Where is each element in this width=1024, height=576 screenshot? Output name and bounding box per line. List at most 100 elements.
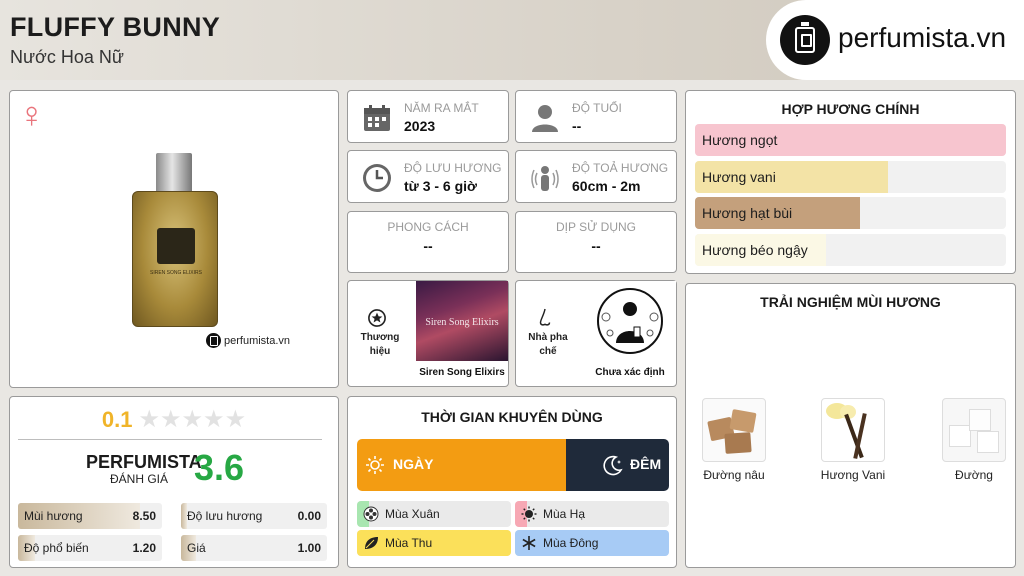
day-segment: NGÀY	[357, 439, 566, 491]
sillage-cell: Độ toả hương 60cm - 2m	[515, 150, 677, 203]
longevity-label: Độ lưu hương	[404, 161, 502, 175]
season-label: Mùa Xuân	[385, 507, 440, 521]
rating-metric-fill	[181, 503, 187, 529]
accord-label: Hương béo ngậy	[702, 242, 808, 258]
accord-label: Hương ngọt	[702, 132, 778, 148]
release-year-label: Năm ra mắt	[404, 101, 479, 115]
brand-name: perfumista.vn	[838, 22, 1007, 53]
perfumer-cell[interactable]: Nhà pha chế Chưa xác định	[515, 280, 677, 387]
rating-metric-value: 0.00	[297, 509, 321, 523]
perfumer-name-caption: Chưa xác định	[595, 367, 665, 378]
rating-metric-value: 1.20	[132, 541, 156, 555]
sugar-cubes-image	[942, 398, 1006, 462]
brand-thumbnail[interactable]: Siren Song Elixirs	[416, 281, 508, 361]
person-icon	[532, 105, 558, 132]
star-icon[interactable]: ★	[225, 406, 247, 433]
season-bar-fill	[357, 530, 511, 556]
note-name: Hương Vani	[820, 468, 886, 482]
accord-bar: Hương ngọt	[695, 124, 1006, 156]
day-night-bar: NGÀY ĐÊM	[357, 439, 669, 491]
clock-icon	[363, 164, 391, 192]
star-badge-icon	[368, 309, 386, 327]
perfumista-rating-label: PERFUMISTA	[86, 452, 202, 472]
rating-panel: 0.1 ★★★★★ PERFUMISTA ĐÁNH GIÁ 3.6 Mùi hư…	[9, 396, 339, 568]
time-of-use-panel: Thời gian khuyên dùng NGÀY ĐÊM Mùa Xuân M…	[347, 396, 677, 568]
product-title: FLUFFY BUNNY	[10, 12, 221, 42]
moon-icon	[603, 455, 623, 476]
note-item[interactable]: Hương Vani	[813, 398, 893, 482]
longevity-value: từ 3 - 6 giờ	[404, 178, 477, 194]
brand-name-caption[interactable]: Siren Song Elixirs	[416, 367, 508, 378]
age-value: --	[572, 118, 582, 134]
perfumer-label: Nhà pha chế	[528, 332, 568, 357]
sillage-label: Độ toả hương	[572, 161, 669, 175]
perfumista-score: 3.6	[194, 447, 245, 488]
season-label: Mùa Thu	[385, 536, 433, 550]
rating-metric-label: Độ lưu hương	[187, 509, 263, 523]
brand-thumbnail-text: Siren Song Elixirs	[425, 317, 499, 328]
occasion-label: Dịp sử dụng	[555, 220, 637, 234]
scent-experience-panel: Trải nghiệm mùi hương Đường nâu Hương Va…	[685, 283, 1016, 568]
note-item[interactable]: Đường	[934, 398, 1014, 482]
occasion-cell: Dịp sử dụng --	[515, 211, 677, 273]
accord-label: Hương vani	[702, 169, 776, 185]
rating-stars[interactable]: ★★★★★	[139, 408, 247, 432]
star-icon[interactable]: ★	[203, 406, 225, 433]
release-year-value: 2023	[404, 118, 436, 134]
style-value: --	[423, 238, 433, 254]
rating-metric: Mùi hương 8.50	[18, 503, 162, 529]
calendar-icon	[364, 105, 390, 131]
rating-metric: Độ lưu hương 0.00	[181, 503, 327, 529]
scent-experience-title: Trải nghiệm mùi hương	[760, 294, 941, 310]
flower-icon	[363, 506, 379, 522]
user-rating-row: 0.1 ★★★★★	[10, 407, 338, 433]
perfume-bottle-logo-icon	[780, 15, 830, 65]
style-cell: Phong cách --	[347, 211, 509, 273]
star-icon[interactable]: ★	[182, 406, 204, 433]
accord-bar: Hương hạt bùi	[695, 197, 1006, 229]
brown-sugar-image	[702, 398, 766, 462]
perfumista-logo-icon	[206, 333, 221, 348]
product-subtitle: Nước Hoa Nữ	[10, 47, 124, 67]
sillage-person-icon	[531, 166, 559, 191]
occasion-value: --	[591, 238, 601, 254]
season-label: Mùa Đông	[543, 536, 599, 550]
brand-cell[interactable]: Thương hiệu Siren Song Elixirs Siren Son…	[347, 280, 509, 387]
header-bar: FLUFFY BUNNY Nước Hoa Nữ perfumista.vn	[0, 0, 1024, 80]
product-bottle-image: SIREN SONG ELIXIRS	[132, 149, 218, 327]
rating-metric-label: Mùi hương	[24, 509, 83, 523]
rating-metric: Độ phổ biến 1.20	[18, 535, 162, 561]
night-label: ĐÊM	[630, 456, 662, 472]
note-item[interactable]: Đường nâu	[694, 398, 774, 482]
snowflake-icon	[521, 535, 537, 551]
brand-label: Thương hiệu	[360, 332, 400, 357]
season-bar: Mùa Đông	[515, 530, 669, 556]
night-segment: ĐÊM	[566, 439, 669, 491]
note-name: Đường	[955, 468, 993, 482]
accord-bar: Hương béo ngậy	[695, 234, 1006, 266]
main-accords-panel: Hợp hương chính Hương ngọt Hương vani Hươn…	[685, 90, 1016, 274]
season-bar: Mùa Thu	[357, 530, 511, 556]
accord-bar: Hương vani	[695, 161, 1006, 193]
star-icon[interactable]: ★	[139, 406, 161, 433]
main-accords-title: Hợp hương chính	[781, 101, 920, 117]
divider	[18, 439, 322, 440]
style-label: Phong cách	[387, 220, 469, 234]
accord-label: Hương hạt bùi	[702, 205, 793, 221]
star-icon[interactable]: ★	[160, 406, 182, 433]
age-cell: Độ tuổi --	[515, 90, 677, 143]
user-rating-score: 0.1	[101, 407, 133, 432]
product-image-card: ♀ SIREN SONG ELIXIRS perfumista.vn	[9, 90, 339, 388]
season-label: Mùa Hạ	[543, 507, 586, 521]
longevity-cell: Độ lưu hương từ 3 - 6 giờ	[347, 150, 509, 203]
perfumista-rating-sublabel: ĐÁNH GIÁ	[110, 472, 169, 486]
season-bar: Mùa Hạ	[515, 501, 669, 527]
rating-metric-value: 1.00	[297, 541, 321, 555]
rating-metric-label: Độ phổ biến	[24, 541, 89, 555]
sun-icon	[521, 506, 537, 522]
rating-metric-label: Giá	[187, 541, 206, 555]
perfumer-placeholder-icon	[597, 288, 663, 354]
female-symbol-icon: ♀	[18, 94, 45, 135]
brand-logo[interactable]: perfumista.vn	[766, 0, 1024, 80]
time-of-use-title: Thời gian khuyên dùng	[421, 409, 603, 425]
